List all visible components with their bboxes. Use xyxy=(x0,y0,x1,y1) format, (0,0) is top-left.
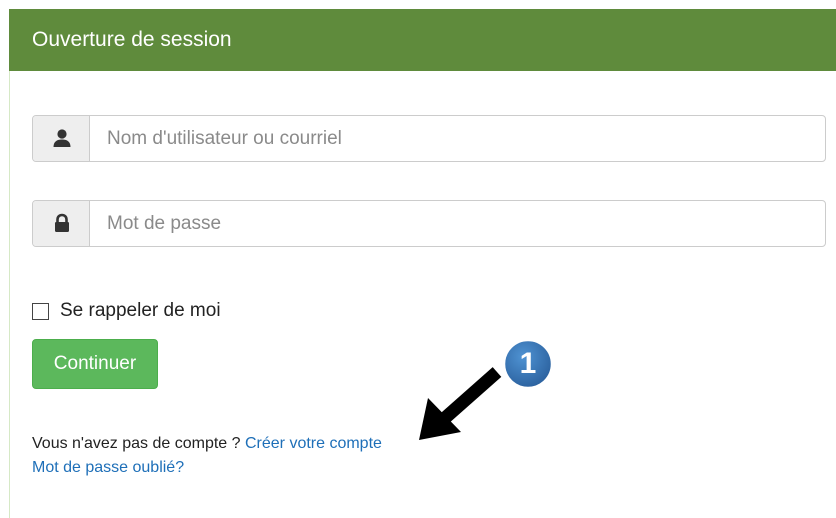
continue-button[interactable]: Continuer xyxy=(32,339,158,389)
create-account-link[interactable]: Créer votre compte xyxy=(245,435,382,452)
no-account-text: Vous n'avez pas de compte ? xyxy=(32,435,241,452)
username-field[interactable] xyxy=(91,116,825,161)
user-icon xyxy=(53,129,71,147)
remember-label[interactable]: Se rappeler de moi xyxy=(60,299,221,323)
signup-line: Vous n'avez pas de compte ? Créer votre … xyxy=(32,434,382,454)
panel-header: Ouverture de session xyxy=(9,9,836,71)
login-page: Ouverture de session Se rappeler de moi … xyxy=(0,0,836,518)
username-addon xyxy=(33,116,90,161)
remember-checkbox[interactable] xyxy=(32,303,49,320)
forgot-password-link[interactable]: Mot de passe oublié? xyxy=(32,458,184,478)
arrow-icon xyxy=(419,367,502,440)
password-field[interactable] xyxy=(91,201,825,246)
password-input-group xyxy=(32,200,826,247)
password-addon xyxy=(33,201,90,246)
callout-number: 1 xyxy=(519,347,537,380)
lock-icon xyxy=(55,213,69,232)
panel-title: Ouverture de session xyxy=(32,28,232,51)
username-input-group xyxy=(32,115,826,162)
